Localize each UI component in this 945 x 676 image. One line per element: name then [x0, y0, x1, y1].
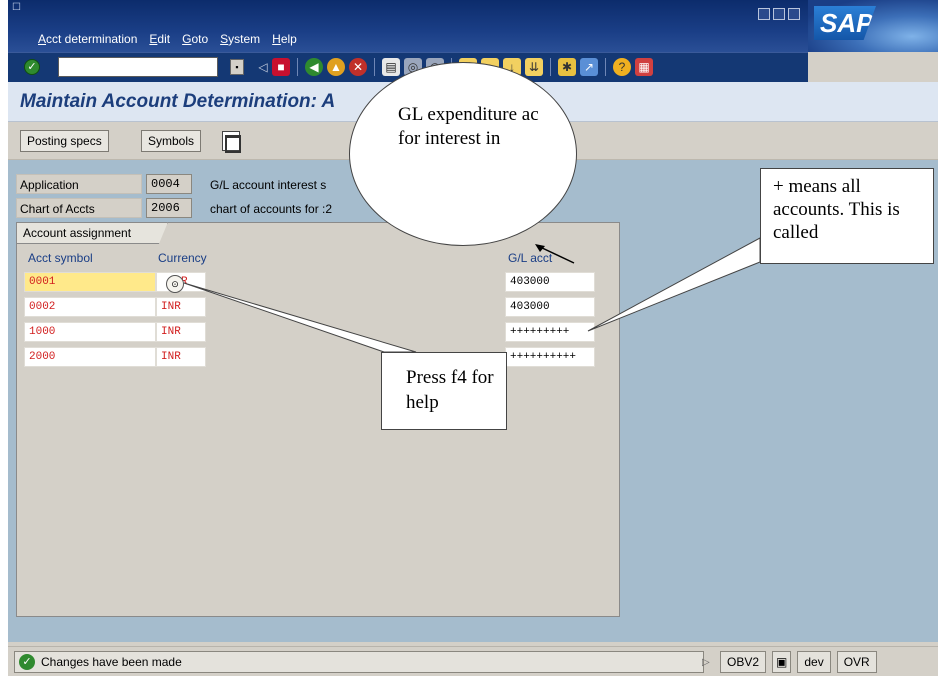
status-bar: ✓ Changes have been made ▷ OBV2 ▣ dev OV… — [8, 646, 938, 676]
status-message: ✓ Changes have been made — [14, 651, 704, 673]
sap-window: ☐ Acct determination Edit Goto System He… — [8, 0, 938, 676]
press-f4-pointer — [183, 282, 417, 353]
transaction-code: OBV2 — [720, 651, 767, 673]
expand-status-icon[interactable]: ▷ — [702, 657, 714, 668]
session-icon[interactable]: ▣ — [772, 651, 792, 673]
status-message-text: Changes have been made — [41, 655, 182, 669]
status-info: ▷ OBV2 ▣ dev OVR — [702, 651, 877, 673]
insert-mode[interactable]: OVR — [836, 651, 877, 673]
plus-means-all-callout: + means all accounts. This is called — [760, 168, 934, 264]
plus-note-pointer — [587, 237, 761, 332]
system-name: dev — [797, 651, 831, 673]
press-f4-callout: Press f4 for help — [381, 352, 507, 430]
gl-acct-arrow — [537, 245, 575, 264]
gl-expenditure-callout: GL expenditure ac for interest in — [349, 62, 577, 246]
gl-expenditure-text: GL expenditure ac for interest in — [398, 104, 539, 149]
success-check-icon: ✓ — [19, 654, 35, 670]
